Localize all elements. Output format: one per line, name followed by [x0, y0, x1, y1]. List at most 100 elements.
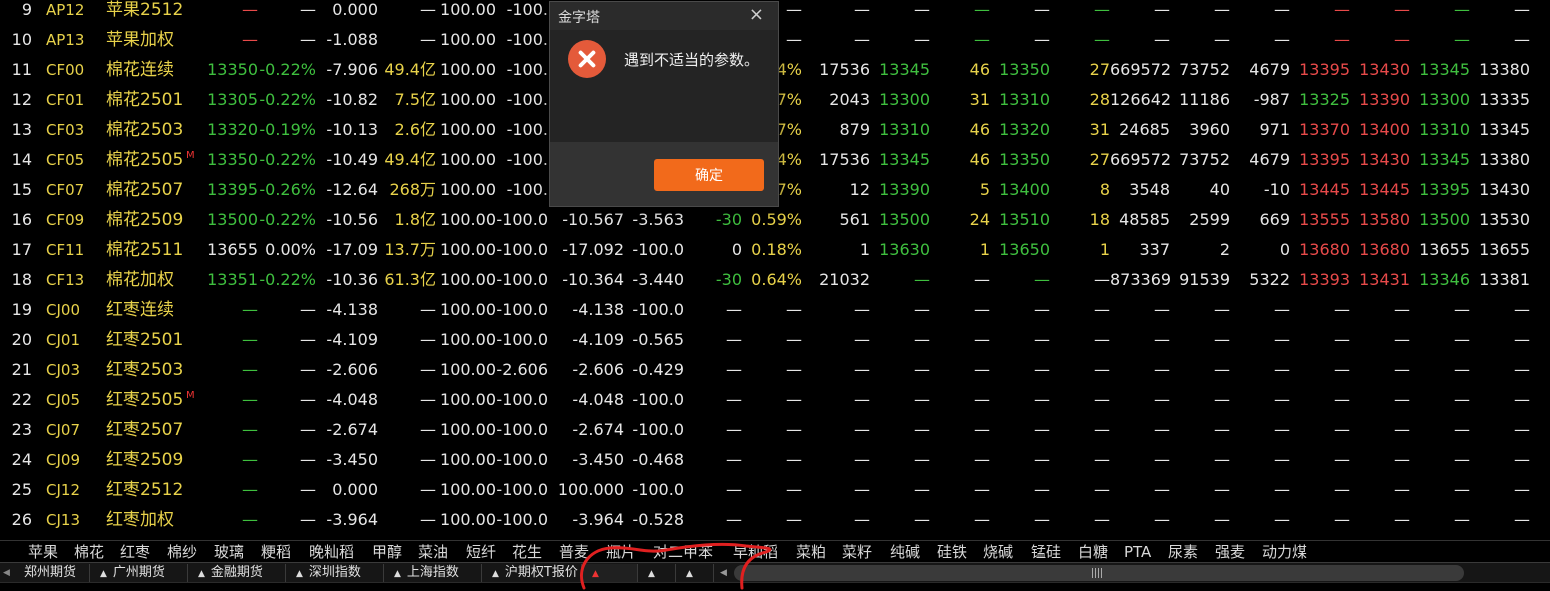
dialog-footer: 确定: [550, 142, 778, 206]
table-cell: 13395: [1299, 60, 1350, 79]
table-row[interactable]: 25 CJ12 红枣2512— —0.000—100.00 -100.0 100.000-…: [0, 480, 1550, 510]
table-cell: —: [1334, 30, 1350, 49]
table-cell: —: [1274, 0, 1290, 19]
table-cell: —: [786, 390, 802, 409]
table-row[interactable]: 16 CF09 棉花2509 13500 -0.22% -10.56 1.8亿 100.00-…: [0, 210, 1550, 240]
table-cell: —: [726, 330, 742, 349]
market-tab[interactable]: ▲ 广州期货: [90, 564, 188, 582]
category-item[interactable]: 粳稻: [261, 543, 291, 561]
category-item[interactable]: 棉花: [74, 543, 104, 561]
close-icon[interactable]: ×: [749, 4, 764, 25]
category-item[interactable]: 早籼稻: [733, 543, 778, 561]
table-row[interactable]: 26 CJ13 红枣加权 — — -3.964—100.00 -100.0 -3.964 -0.…: [0, 510, 1550, 540]
table-cell: —: [974, 480, 990, 499]
table-row[interactable]: 24 CJ09 红枣2509— — -3.450—100.00 -100.0 -3.450-…: [0, 450, 1550, 480]
table-cell: —: [1394, 300, 1410, 319]
table-cell: 669572: [1110, 60, 1172, 79]
category-item[interactable]: 苹果: [28, 543, 58, 561]
main-contract-mark: M: [186, 150, 195, 161]
contract-code: CJ01: [46, 331, 80, 349]
market-tab[interactable]: ▲ 上海指数: [384, 564, 482, 582]
category-item[interactable]: 晚籼稻: [309, 543, 354, 561]
contract-name: 红枣2512: [106, 480, 184, 500]
market-tab[interactable]: ▲: [676, 564, 714, 582]
table-row[interactable]: 19 CJ00 红枣连续 — — -4.138—100.00 -100.0 -4.138 -10…: [0, 300, 1550, 330]
ok-button[interactable]: 确定: [654, 159, 764, 191]
table-cell: -100.0: [496, 270, 548, 289]
category-item[interactable]: 纯碱: [890, 543, 920, 561]
category-item[interactable]: 白糖: [1078, 543, 1108, 561]
table-cell: —: [914, 390, 930, 409]
table-cell: —: [1514, 300, 1530, 319]
table-cell: 73752: [1179, 60, 1230, 79]
category-item[interactable]: 硅铁: [937, 543, 967, 561]
contract-name: 棉花2507: [106, 180, 184, 200]
table-cell: —: [1454, 360, 1470, 379]
market-tab[interactable]: ▲ 沪期权T报价: [482, 564, 582, 582]
table-cell: 2.6亿: [394, 120, 436, 139]
row-index: 20: [11, 330, 32, 349]
category-item[interactable]: 菜籽: [842, 543, 872, 561]
contract-code: CF11: [46, 241, 85, 259]
table-row[interactable]: 17 CF11 棉花2511 13655 0.00% -17.09 13.7万 100.00-…: [0, 240, 1550, 270]
table-cell: 873369: [1110, 270, 1172, 289]
category-item[interactable]: 锰硅: [1031, 543, 1061, 561]
table-cell: -10.567: [562, 210, 624, 229]
table-cell: -2.606: [326, 360, 378, 379]
table-cell: —: [242, 330, 258, 349]
tab-scroll-left-icon[interactable]: ◀: [3, 564, 10, 582]
table-cell: —: [1454, 30, 1470, 49]
category-item[interactable]: 动力煤: [1262, 543, 1307, 561]
category-item[interactable]: 普麦: [559, 543, 589, 561]
row-index: 15: [11, 180, 32, 199]
horizontal-scrollbar[interactable]: [734, 565, 1464, 581]
table-row[interactable]: 21 CJ03 红枣2503— — -2.606—100.00 -2.606 -2.606-…: [0, 360, 1550, 390]
category-item[interactable]: PTA: [1124, 543, 1151, 561]
table-cell: 100.00: [440, 150, 496, 169]
scroll-grip-icon[interactable]: [1092, 568, 1104, 578]
market-tab[interactable]: ▲ 金融期货: [188, 564, 286, 582]
category-item[interactable]: 菜粕: [796, 543, 826, 561]
contract-code: AP12: [46, 1, 85, 19]
category-item[interactable]: 对二甲苯: [653, 543, 713, 561]
contract-code: CJ07: [46, 421, 80, 439]
table-row[interactable]: 18 CF13 棉花加权 13351 -0.22% -10.36 61.3亿 100.00 -1…: [0, 270, 1550, 300]
table-cell: —: [726, 360, 742, 379]
category-item[interactable]: 烧碱: [983, 543, 1013, 561]
category-item[interactable]: 瓶片: [606, 543, 636, 561]
table-cell: -3.450: [326, 450, 378, 469]
table-row[interactable]: 20 CJ01 红枣2501— — -4.109—100.00 -100.0 -4.109-…: [0, 330, 1550, 360]
table-cell: —: [1154, 300, 1170, 319]
tab-triangle-icon: ▲: [492, 569, 499, 579]
market-tab[interactable]: ▲ 深圳指数: [286, 564, 384, 582]
table-cell: -100.0: [496, 420, 548, 439]
table-cell: —: [974, 300, 990, 319]
category-item[interactable]: 花生: [512, 543, 542, 561]
table-cell: 13655: [1479, 240, 1530, 259]
contract-name: 棉花2505: [106, 150, 184, 170]
table-cell: —: [1394, 480, 1410, 499]
table-row[interactable]: 23 CJ07 红枣2507— — -2.674—100.00 -100.0 -2.674-…: [0, 420, 1550, 450]
category-item[interactable]: 尿素: [1168, 543, 1198, 561]
category-item[interactable]: 玻璃: [214, 543, 244, 561]
table-row[interactable]: 22 CJ05 红枣2505 M — — -4.048—100.00 -100.0 -4.048…: [0, 390, 1550, 420]
table-cell: -0.22%: [259, 210, 316, 229]
hscroll-left-icon[interactable]: ◀: [720, 564, 727, 582]
table-cell: —: [300, 360, 316, 379]
market-tab[interactable]: ▲: [582, 564, 638, 582]
table-cell: —: [974, 0, 990, 19]
dialog-titlebar[interactable]: 金字塔 ×: [550, 2, 778, 30]
category-item[interactable]: 强麦: [1215, 543, 1245, 561]
category-item[interactable]: 菜油: [418, 543, 448, 561]
category-item[interactable]: 短纤: [466, 543, 496, 561]
table-cell: -0.26%: [259, 180, 316, 199]
market-tab[interactable]: ▲: [638, 564, 676, 582]
table-cell: -1.088: [326, 30, 378, 49]
category-item[interactable]: 棉纱: [167, 543, 197, 561]
market-tab[interactable]: 郑州期货: [14, 564, 90, 582]
table-cell: 100.00: [440, 450, 496, 469]
table-cell: —: [1454, 390, 1470, 409]
table-cell: -0.528: [632, 510, 684, 529]
category-item[interactable]: 红枣: [120, 543, 150, 561]
category-item[interactable]: 甲醇: [372, 543, 402, 561]
